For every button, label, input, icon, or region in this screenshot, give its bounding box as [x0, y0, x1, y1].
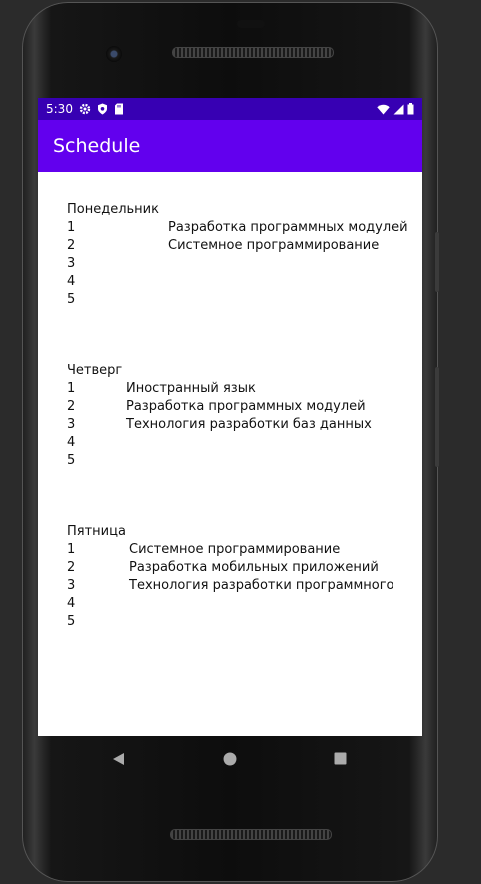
lesson-subject: Системное программирование: [168, 238, 380, 253]
day-block-monday: Понедельник 1 Разработка программных мод…: [67, 201, 408, 309]
recents-icon[interactable]: [334, 752, 347, 765]
sd-card-icon: [114, 103, 123, 115]
app-bar: Schedule: [38, 120, 422, 172]
lesson-number: 3: [67, 417, 76, 432]
front-camera: [106, 46, 122, 62]
day-block-friday: Пятница 1 Системное программирование 2 Р…: [67, 523, 393, 631]
volume-button: [435, 367, 439, 467]
back-icon[interactable]: [112, 752, 125, 766]
lesson-row: 3 Технология разработки программного обе: [67, 577, 393, 595]
app-title: Schedule: [53, 135, 141, 157]
lesson-row: 5: [67, 613, 393, 631]
lesson-number: 5: [67, 292, 76, 307]
lesson-subject: Технология разработки программного обе: [129, 578, 393, 593]
lesson-row: 3: [67, 255, 407, 273]
status-bar: 5:30: [38, 98, 422, 120]
top-speaker-grille: [172, 47, 334, 58]
bottom-speaker-grille: [170, 829, 332, 840]
lesson-subject: Разработка программных модулей: [168, 220, 408, 235]
shield-icon: [97, 103, 107, 115]
lesson-subject: Иностранный язык: [126, 381, 256, 396]
day-title: Четверг: [67, 363, 123, 378]
power-button: [435, 232, 439, 292]
battery-icon: [407, 103, 414, 115]
earpiece-slot: [237, 20, 265, 28]
lesson-number: 2: [67, 238, 76, 253]
status-time: 5:30: [46, 102, 73, 116]
day-title: Понедельник: [67, 202, 159, 217]
lesson-row: 2 Разработка мобильных приложений: [67, 559, 393, 577]
lesson-row: 5: [67, 452, 407, 470]
lesson-number: 1: [67, 381, 76, 396]
signal-icon: [393, 104, 404, 114]
lesson-row: 3 Технология разработки баз данных: [67, 416, 407, 434]
day-block-thursday: Четверг 1 Иностранный язык 2 Разработка …: [67, 362, 407, 470]
lesson-number: 1: [67, 220, 76, 235]
lesson-subject: Системное программирование: [129, 542, 341, 557]
home-icon[interactable]: [223, 752, 237, 766]
lesson-number: 4: [67, 596, 76, 611]
lesson-subject: Разработка мобильных приложений: [129, 560, 379, 575]
lesson-row: 4: [67, 595, 393, 613]
lesson-number: 2: [67, 560, 76, 575]
navigation-bar: [38, 736, 422, 782]
lesson-row: 1 Иностранный язык: [67, 380, 407, 398]
lesson-row: 2 Системное программирование: [67, 237, 407, 255]
lesson-row: 1 Системное программирование: [67, 541, 393, 559]
lesson-subject: Технология разработки баз данных: [126, 417, 372, 432]
wifi-icon: [377, 104, 390, 114]
lesson-subject: Разработка программных модулей: [126, 399, 366, 414]
lesson-number: 4: [67, 435, 76, 450]
lesson-number: 1: [67, 542, 76, 557]
lesson-number: 2: [67, 399, 76, 414]
lesson-number: 3: [67, 578, 76, 593]
phone-screen: 5:30 Schedule Понедельник 1 Разработка п…: [38, 98, 422, 736]
day-title: Пятница: [67, 524, 126, 539]
lesson-number: 3: [67, 256, 76, 271]
lesson-row: 5: [67, 291, 407, 309]
lesson-row: 1 Разработка программных модулей: [67, 219, 408, 237]
lesson-number: 5: [67, 453, 76, 468]
settings-icon: [79, 103, 91, 115]
lesson-row: 4: [67, 434, 407, 452]
lesson-row: 4: [67, 273, 407, 291]
lesson-number: 5: [67, 614, 76, 629]
lesson-row: 2 Разработка программных модулей: [67, 398, 407, 416]
lesson-number: 4: [67, 274, 76, 289]
